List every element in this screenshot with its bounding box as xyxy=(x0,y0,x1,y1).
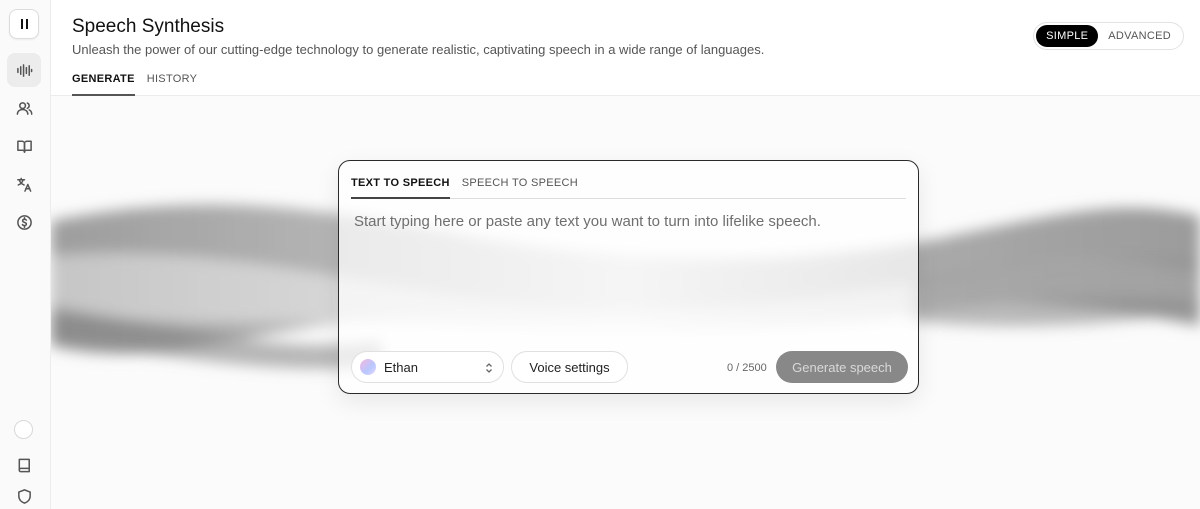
character-count: 0 / 2500 xyxy=(727,362,767,374)
main-content: TEXT TO SPEECH SPEECH TO SPEECH Ethan Vo… xyxy=(51,96,1200,509)
tab-speech-to-speech[interactable]: SPEECH TO SPEECH xyxy=(462,177,578,199)
docs-icon xyxy=(18,458,30,472)
sidebar-item-projects[interactable] xyxy=(7,129,41,163)
sidebar-item-docs[interactable] xyxy=(7,448,41,482)
app-window: Speech Synthesis Unleash the power of ou… xyxy=(0,0,1200,509)
sidebar-item-speech-synthesis[interactable] xyxy=(7,53,41,87)
voice-avatar-icon xyxy=(360,359,376,375)
generate-speech-button[interactable]: Generate speech xyxy=(776,351,908,383)
text-input[interactable] xyxy=(354,213,904,333)
shield-icon xyxy=(17,488,31,504)
waveform-icon xyxy=(16,63,32,77)
logo-icon xyxy=(20,19,28,29)
dollar-icon xyxy=(16,214,32,230)
users-icon xyxy=(16,101,32,115)
text-to-speech-card: TEXT TO SPEECH SPEECH TO SPEECH Ethan Vo… xyxy=(338,160,919,394)
tab-generate[interactable]: GENERATE xyxy=(72,73,135,96)
voice-name: Ethan xyxy=(384,359,418,375)
translate-icon xyxy=(16,177,31,192)
advanced-mode-button[interactable]: ADVANCED xyxy=(1098,25,1181,47)
page-title: Speech Synthesis xyxy=(72,16,225,37)
logo-button[interactable] xyxy=(9,9,39,39)
mode-toggle: SIMPLE ADVANCED xyxy=(1033,22,1184,50)
card-tabs: TEXT TO SPEECH SPEECH TO SPEECH xyxy=(351,177,906,199)
sidebar-item-privacy[interactable] xyxy=(7,479,41,509)
sidebar-item-voices[interactable] xyxy=(7,91,41,125)
book-open-icon xyxy=(16,140,32,153)
tab-text-to-speech[interactable]: TEXT TO SPEECH xyxy=(351,177,450,199)
voice-select[interactable]: Ethan xyxy=(351,351,504,383)
chevron-updown-icon xyxy=(485,361,493,375)
sidebar xyxy=(0,0,51,509)
header: Speech Synthesis Unleash the power of ou… xyxy=(51,0,1200,96)
main-tabs: GENERATE HISTORY xyxy=(72,73,197,96)
avatar-icon[interactable] xyxy=(14,420,33,439)
page-subtitle: Unleash the power of our cutting-edge te… xyxy=(72,42,765,57)
sidebar-item-dubbing[interactable] xyxy=(7,167,41,201)
tab-history[interactable]: HISTORY xyxy=(147,73,198,96)
simple-mode-button[interactable]: SIMPLE xyxy=(1036,25,1099,47)
sidebar-item-billing[interactable] xyxy=(7,205,41,239)
voice-settings-button[interactable]: Voice settings xyxy=(511,351,628,383)
